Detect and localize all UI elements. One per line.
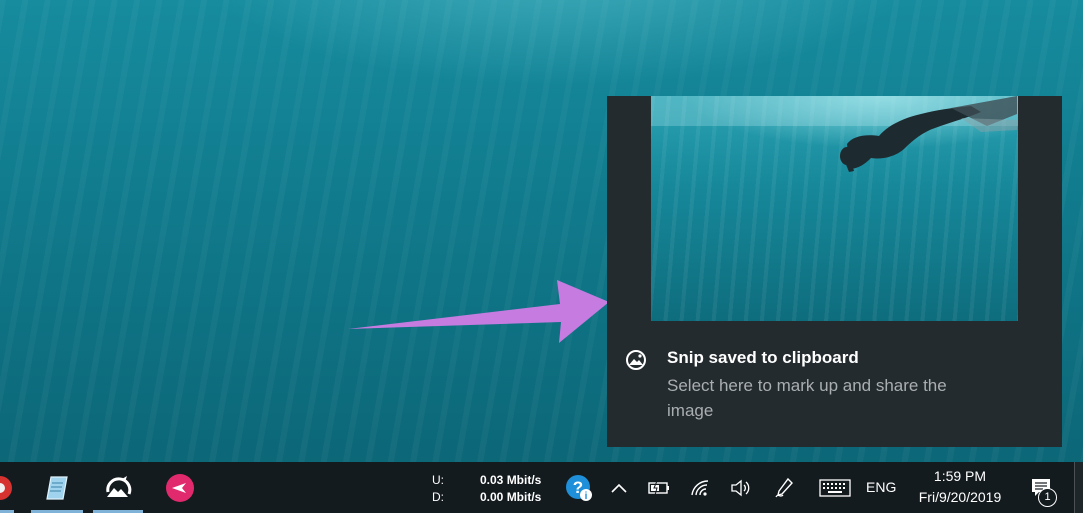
input-language[interactable]: ENG [866,479,896,495]
upload-label: U: [432,473,444,487]
battery-button[interactable] [645,462,673,513]
network-button[interactable] [686,462,714,513]
battery-icon [648,480,669,495]
taskbar-app-red[interactable] [0,462,14,513]
net-meter-values[interactable]: 0.03 Mbit/s 0.00 Mbit/s [480,472,541,506]
show-hidden-icons-button[interactable] [606,462,632,513]
taskbar-app-pink[interactable] [156,462,204,513]
snip-toast-notification[interactable]: Snip saved to clipboard Select here to m… [607,96,1062,447]
volume-button[interactable] [726,462,754,513]
volume-icon [731,479,750,496]
taskbar-app-snip-sketch[interactable] [93,462,143,513]
download-label: D: [432,490,444,504]
pen-icon [775,477,793,497]
upload-value: 0.03 Mbit/s [480,473,542,487]
help-tray-button[interactable]: ? i [562,462,596,513]
show-desktop-button[interactable] [1074,462,1083,513]
clock-time: 1:59 PM [933,468,987,484]
snip-sketch-toast-icon [626,350,646,370]
keyboard-icon [819,478,851,497]
svg-text:i: i [585,491,588,502]
pink-app-icon [166,473,194,502]
pen-workspace-button[interactable] [770,462,798,513]
toast-title: Snip saved to clipboard [667,348,859,367]
help-icon: ? i [566,474,592,502]
wifi-icon [691,479,709,496]
notification-count-badge: 1 [1038,488,1057,507]
taskbar-app-notepad[interactable] [31,462,83,513]
notepad-icon [46,475,68,500]
red-app-icon [0,475,12,500]
touch-keyboard-button[interactable] [815,462,855,513]
chevron-up-icon [611,483,627,493]
swimmer-image [651,96,1018,172]
net-meter-labels: U: D: [432,472,444,506]
toast-body: Select here to mark up and share the ima… [667,376,947,420]
clock-date: Fri/9/20/2019 [918,489,1002,505]
clock[interactable]: 1:59 PM Fri/9/20/2019 [905,466,1015,508]
taskbar: U: D: 0.03 Mbit/s 0.00 Mbit/s ? i ENG 1:… [0,462,1083,513]
snip-thumbnail[interactable] [651,96,1018,321]
download-value: 0.00 Mbit/s [480,490,542,504]
snip-sketch-icon [106,475,132,497]
